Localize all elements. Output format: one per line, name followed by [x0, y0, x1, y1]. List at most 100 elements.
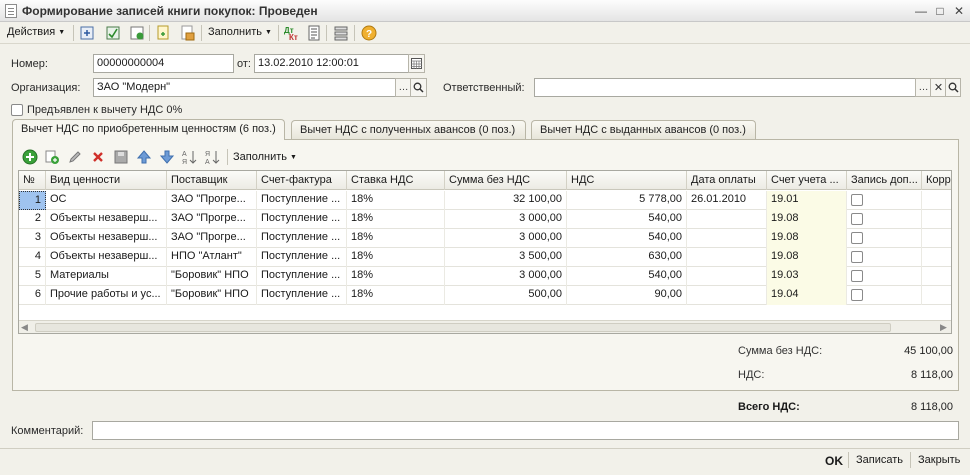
cell-supplier[interactable]: ЗАО "Прогре... — [167, 210, 257, 229]
cell-rate[interactable]: 18% — [347, 286, 445, 305]
cell-supplier[interactable]: "Боровик" НПО — [167, 267, 257, 286]
cell-paydate[interactable] — [687, 248, 767, 267]
cell-rate[interactable]: 18% — [347, 210, 445, 229]
cell-kind[interactable]: Прочие работы и ус... — [46, 286, 167, 305]
extra-record-checkbox[interactable] — [851, 213, 863, 225]
column-header[interactable]: Корре — [922, 171, 951, 190]
cell-kind[interactable]: Материалы — [46, 267, 167, 286]
cell-extra-record[interactable] — [847, 286, 922, 305]
column-header[interactable]: № — [19, 171, 46, 190]
ok-button[interactable]: OK — [825, 454, 843, 468]
cell-extra-record[interactable] — [847, 210, 922, 229]
cell-vat[interactable]: 5 778,00 — [567, 191, 687, 210]
help-icon[interactable]: ? — [360, 24, 378, 42]
table-row[interactable]: 5 Материалы "Боровик" НПО Поступление ..… — [19, 267, 951, 286]
cell-sum[interactable]: 500,00 — [445, 286, 567, 305]
vat0-checkbox[interactable] — [11, 104, 23, 116]
cell-paydate[interactable] — [687, 229, 767, 248]
cell-account[interactable]: 19.01 — [767, 191, 847, 210]
cell-invoice[interactable]: Поступление ... — [257, 286, 347, 305]
fill-menu[interactable]: Заполнить ▼ — [208, 26, 272, 38]
close-window-button[interactable]: ✕ — [951, 3, 967, 19]
cell-corr[interactable] — [922, 286, 951, 305]
organization-field[interactable]: ЗАО "Модерн" — [93, 78, 396, 97]
cell-sum[interactable]: 3 000,00 — [445, 210, 567, 229]
column-header[interactable]: Поставщик — [167, 171, 257, 190]
cell-account[interactable]: 19.08 — [767, 210, 847, 229]
cell-supplier[interactable]: НПО "Атлант" — [167, 248, 257, 267]
cell-sum[interactable]: 3 000,00 — [445, 229, 567, 248]
cell-kind[interactable]: ОС — [46, 191, 167, 210]
edit-row-icon[interactable] — [66, 148, 84, 166]
cell-corr[interactable] — [922, 248, 951, 267]
cell-rate[interactable]: 18% — [347, 267, 445, 286]
cell-invoice[interactable]: Поступление ... — [257, 248, 347, 267]
tab-issued-advances[interactable]: Вычет НДС с выданных авансов (0 поз.) — [531, 120, 756, 139]
print-form-icon[interactable] — [178, 24, 196, 42]
cell-invoice[interactable]: Поступление ... — [257, 267, 347, 286]
cell-rate[interactable]: 18% — [347, 191, 445, 210]
table-row[interactable]: 4 Объекты незаверш... НПО "Атлант" Посту… — [19, 248, 951, 267]
column-header[interactable]: НДС — [567, 171, 687, 190]
cell-extra-record[interactable] — [847, 191, 922, 210]
cell-corr[interactable] — [922, 191, 951, 210]
column-header[interactable]: Вид ценности — [46, 171, 167, 190]
horizontal-scrollbar[interactable]: ◀ ▶ — [19, 320, 951, 333]
post-icon[interactable] — [104, 24, 122, 42]
cell-account[interactable]: 19.08 — [767, 229, 847, 248]
unpost-icon[interactable] — [128, 24, 146, 42]
dt-kt-icon[interactable]: Дт Кт — [283, 24, 301, 42]
cell-extra-record[interactable] — [847, 229, 922, 248]
structure-icon[interactable] — [332, 24, 350, 42]
copy-row-icon[interactable] — [43, 148, 61, 166]
comment-field[interactable] — [92, 421, 959, 440]
table-row[interactable]: 1 ОС ЗАО "Прогре... Поступление ... 18% … — [19, 191, 951, 210]
organization-open-button[interactable] — [410, 78, 427, 97]
cell-corr[interactable] — [922, 229, 951, 248]
extra-record-checkbox[interactable] — [851, 194, 863, 206]
cell-rate[interactable]: 18% — [347, 248, 445, 267]
move-up-icon[interactable] — [135, 148, 153, 166]
based-on-icon[interactable] — [154, 24, 172, 42]
maximize-button[interactable]: □ — [932, 3, 948, 19]
minimize-button[interactable]: — — [913, 3, 929, 19]
scroll-right-icon[interactable]: ▶ — [940, 322, 947, 333]
cell-invoice[interactable]: Поступление ... — [257, 191, 347, 210]
cell-rate[interactable]: 18% — [347, 229, 445, 248]
column-header[interactable]: Счет учета ... — [767, 171, 847, 190]
cell-paydate[interactable]: 26.01.2010 — [687, 191, 767, 210]
column-header[interactable]: Запись доп... — [847, 171, 922, 190]
cell-sum[interactable]: 32 100,00 — [445, 191, 567, 210]
sort-descending-icon[interactable]: ЯА — [204, 148, 222, 166]
calendar-button[interactable] — [408, 54, 425, 73]
tab-purchased-values[interactable]: Вычет НДС по приобретенным ценностям (6 … — [12, 119, 285, 140]
responsible-field[interactable] — [534, 78, 916, 97]
column-header[interactable]: Счет-фактура — [257, 171, 347, 190]
save-button[interactable]: Записать — [856, 454, 903, 466]
date-field[interactable]: 13.02.2010 12:00:01 — [254, 54, 409, 73]
column-header[interactable]: Ставка НДС — [347, 171, 445, 190]
sort-ascending-icon[interactable]: АЯ — [181, 148, 199, 166]
extra-record-checkbox[interactable] — [851, 232, 863, 244]
column-header[interactable]: Дата оплаты — [687, 171, 767, 190]
extra-record-checkbox[interactable] — [851, 251, 863, 263]
cell-vat[interactable]: 630,00 — [567, 248, 687, 267]
cell-vat[interactable]: 540,00 — [567, 229, 687, 248]
tab-received-advances[interactable]: Вычет НДС с полученных авансов (0 поз.) — [291, 120, 526, 139]
column-header[interactable]: Сумма без НДС — [445, 171, 567, 190]
cell-corr[interactable] — [922, 267, 951, 286]
purchases-table[interactable]: № Вид ценности Поставщик Счет-фактура Ст… — [18, 170, 952, 334]
end-edit-icon[interactable] — [112, 148, 130, 166]
cell-sum[interactable]: 3 000,00 — [445, 267, 567, 286]
extra-record-checkbox[interactable] — [851, 270, 863, 282]
table-row[interactable]: 6 Прочие работы и ус... "Боровик" НПО По… — [19, 286, 951, 305]
cell-vat[interactable]: 540,00 — [567, 267, 687, 286]
post-and-close-icon[interactable] — [78, 24, 96, 42]
cell-vat[interactable]: 90,00 — [567, 286, 687, 305]
add-row-icon[interactable] — [21, 148, 39, 166]
delete-row-icon[interactable] — [89, 148, 107, 166]
number-field[interactable]: 00000000004 — [93, 54, 234, 73]
report-icon[interactable] — [305, 24, 323, 42]
scroll-left-icon[interactable]: ◀ — [21, 322, 28, 333]
cell-vat[interactable]: 540,00 — [567, 210, 687, 229]
